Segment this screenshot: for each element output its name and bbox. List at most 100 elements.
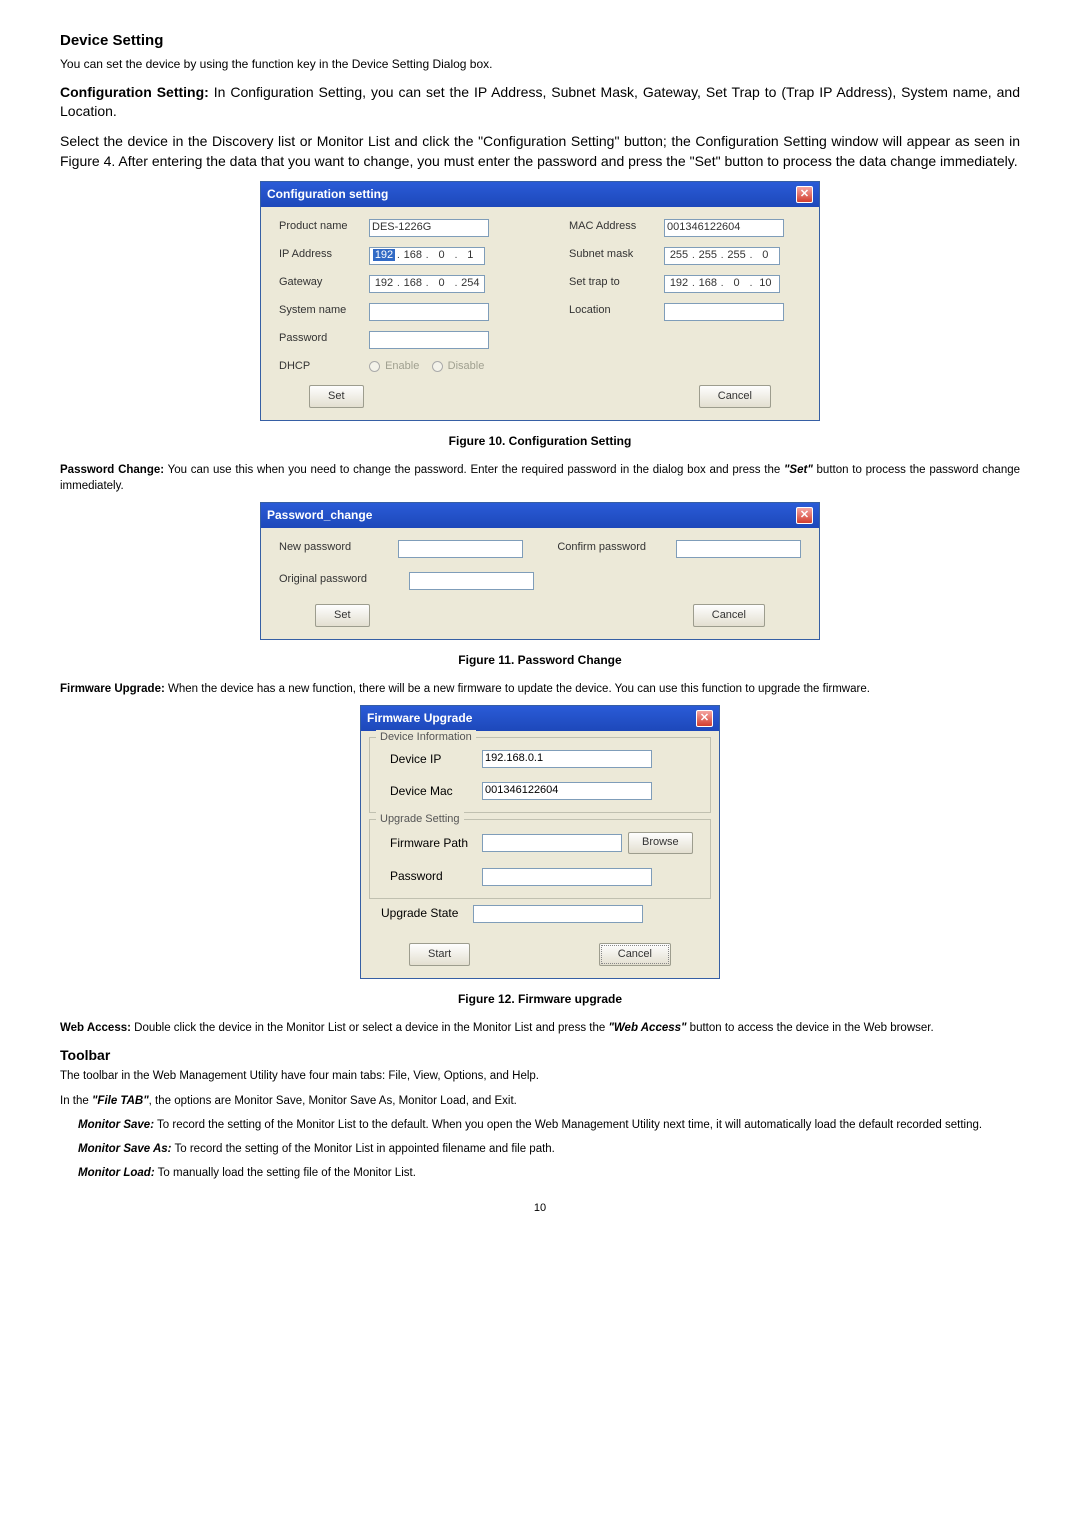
- gateway-input[interactable]: 192. 168. 0. 254: [369, 275, 485, 293]
- close-icon[interactable]: ✕: [796, 186, 813, 203]
- file-tab-text1: In the: [60, 1095, 92, 1107]
- web-access-italic: "Web Access": [608, 1022, 686, 1034]
- trap-octet-1: 192: [667, 276, 691, 291]
- firmware-upgrade-text: When the device has a new function, ther…: [165, 683, 870, 695]
- paragraph-password-change: Password Change: You can use this when y…: [60, 462, 1020, 494]
- device-mac-input[interactable]: 001346122604: [482, 782, 652, 800]
- subnet-octet-4: 0: [753, 248, 777, 263]
- gateway-label: Gateway: [279, 275, 369, 293]
- set-button[interactable]: Set: [315, 604, 370, 627]
- trap-octet-3: 0: [725, 276, 749, 291]
- dialog-title-text: Configuration setting: [267, 186, 388, 203]
- subnet-octet-1: 255: [667, 248, 691, 263]
- paragraph-monitor-load: Monitor Load: To manually load the setti…: [60, 1165, 1020, 1181]
- paragraph-config-setting: Configuration Setting: In Configuration …: [60, 83, 1020, 122]
- set-trap-to-input[interactable]: 192. 168. 0. 10: [664, 275, 780, 293]
- ip-octet-2: 168: [401, 248, 425, 263]
- password-label: Password: [279, 331, 369, 349]
- subnet-mask-input[interactable]: 255. 255. 255. 0: [664, 247, 780, 265]
- cancel-button[interactable]: Cancel: [599, 943, 671, 966]
- device-ip-input[interactable]: 192.168.0.1: [482, 750, 652, 768]
- gateway-octet-1: 192: [372, 276, 396, 291]
- product-name-label: Product name: [279, 219, 369, 237]
- configuration-setting-dialog: Configuration setting ✕ Product name DES…: [260, 181, 820, 421]
- upgrade-setting-fieldset: Upgrade Setting Firmware Path Browse Pas…: [369, 819, 711, 898]
- location-input[interactable]: [664, 303, 784, 321]
- location-label: Location: [569, 303, 664, 321]
- new-password-label: New password: [279, 540, 398, 558]
- cancel-button[interactable]: Cancel: [699, 385, 771, 408]
- fw-password-label: Password: [382, 868, 482, 885]
- subnet-mask-label: Subnet mask: [569, 247, 664, 265]
- set-trap-to-label: Set trap to: [569, 275, 664, 293]
- password-change-dialog: Password_change ✕ New password Confirm p…: [260, 502, 820, 640]
- paragraph-monitor-save-as: Monitor Save As: To record the setting o…: [60, 1141, 1020, 1157]
- dhcp-enable-label: Enable: [385, 360, 419, 372]
- gateway-octet-2: 168: [401, 276, 425, 291]
- password-change-label: Password Change:: [60, 464, 164, 476]
- subnet-octet-3: 255: [725, 248, 749, 263]
- gateway-octet-3: 0: [430, 276, 454, 291]
- cancel-button[interactable]: Cancel: [693, 604, 765, 627]
- dialog-titlebar: Configuration setting ✕: [261, 182, 819, 207]
- confirm-password-label: Confirm password: [557, 540, 676, 558]
- new-password-input[interactable]: [398, 540, 523, 558]
- fw-password-input[interactable]: [482, 868, 652, 886]
- config-setting-label: Configuration Setting:: [60, 84, 209, 100]
- figure10-caption: Figure 10. Configuration Setting: [60, 433, 1020, 450]
- paragraph-toolbar-intro: The toolbar in the Web Management Utilit…: [60, 1068, 1020, 1084]
- browse-button[interactable]: Browse: [628, 832, 693, 853]
- web-access-text1: Double click the device in the Monitor L…: [131, 1022, 609, 1034]
- file-tab-italic: "File TAB": [92, 1095, 149, 1107]
- paragraph-firmware-upgrade: Firmware Upgrade: When the device has a …: [60, 681, 1020, 697]
- ip-address-label: IP Address: [279, 247, 369, 265]
- device-mac-label: Device Mac: [382, 783, 482, 800]
- close-icon[interactable]: ✕: [796, 507, 813, 524]
- subnet-octet-2: 255: [696, 248, 720, 263]
- system-name-input[interactable]: [369, 303, 489, 321]
- dialog-titlebar: Password_change ✕: [261, 503, 819, 528]
- system-name-label: System name: [279, 303, 369, 321]
- original-password-input[interactable]: [409, 572, 534, 590]
- trap-octet-4: 10: [753, 276, 777, 291]
- upgrade-setting-legend: Upgrade Setting: [376, 812, 464, 827]
- dhcp-disable-radio[interactable]: [432, 361, 443, 372]
- dialog-titlebar: Firmware Upgrade ✕: [361, 706, 719, 731]
- start-button[interactable]: Start: [409, 943, 470, 966]
- product-name-input[interactable]: DES-1226G: [369, 219, 489, 237]
- device-info-fieldset: Device Information Device IP 192.168.0.1…: [369, 737, 711, 813]
- firmware-path-label: Firmware Path: [382, 835, 482, 852]
- monitor-load-text: To manually load the setting file of the…: [155, 1167, 416, 1179]
- monitor-save-as-text: To record the setting of the Monitor Lis…: [172, 1143, 555, 1155]
- paragraph-monitor-save: Monitor Save: To record the setting of t…: [60, 1117, 1020, 1133]
- dhcp-disable-label: Disable: [448, 360, 485, 372]
- dhcp-enable-radio[interactable]: [369, 361, 380, 372]
- upgrade-state-label: Upgrade State: [373, 905, 473, 922]
- confirm-password-input[interactable]: [676, 540, 801, 558]
- heading-device-setting: Device Setting: [60, 30, 1020, 51]
- trap-octet-2: 168: [696, 276, 720, 291]
- gateway-octet-4: 254: [458, 276, 482, 291]
- set-button[interactable]: Set: [309, 385, 364, 408]
- monitor-save-as-label: Monitor Save As:: [78, 1143, 172, 1155]
- mac-address-input[interactable]: 001346122604: [664, 219, 784, 237]
- dialog-title-text: Password_change: [267, 507, 372, 524]
- password-change-text1: You can use this when you need to change…: [164, 464, 784, 476]
- dialog-title-text: Firmware Upgrade: [367, 710, 472, 727]
- dhcp-label: DHCP: [279, 359, 369, 374]
- figure11-caption: Figure 11. Password Change: [60, 652, 1020, 669]
- close-icon[interactable]: ✕: [696, 710, 713, 727]
- page-number: 10: [60, 1201, 1020, 1216]
- password-input[interactable]: [369, 331, 489, 349]
- firmware-upgrade-dialog: Firmware Upgrade ✕ Device Information De…: [360, 705, 720, 979]
- heading-toolbar: Toolbar: [60, 1046, 1020, 1066]
- firmware-path-input[interactable]: [482, 834, 622, 852]
- ip-octet-4: 1: [458, 248, 482, 263]
- ip-address-input[interactable]: 192. 168. 0. 1: [369, 247, 485, 265]
- ip-octet-3: 0: [430, 248, 454, 263]
- paragraph-config-select: Select the device in the Discovery list …: [60, 132, 1020, 171]
- mac-address-label: MAC Address: [569, 219, 664, 237]
- paragraph-file-tab: In the "File TAB", the options are Monit…: [60, 1093, 1020, 1109]
- monitor-load-label: Monitor Load:: [78, 1167, 155, 1179]
- firmware-upgrade-label: Firmware Upgrade:: [60, 683, 165, 695]
